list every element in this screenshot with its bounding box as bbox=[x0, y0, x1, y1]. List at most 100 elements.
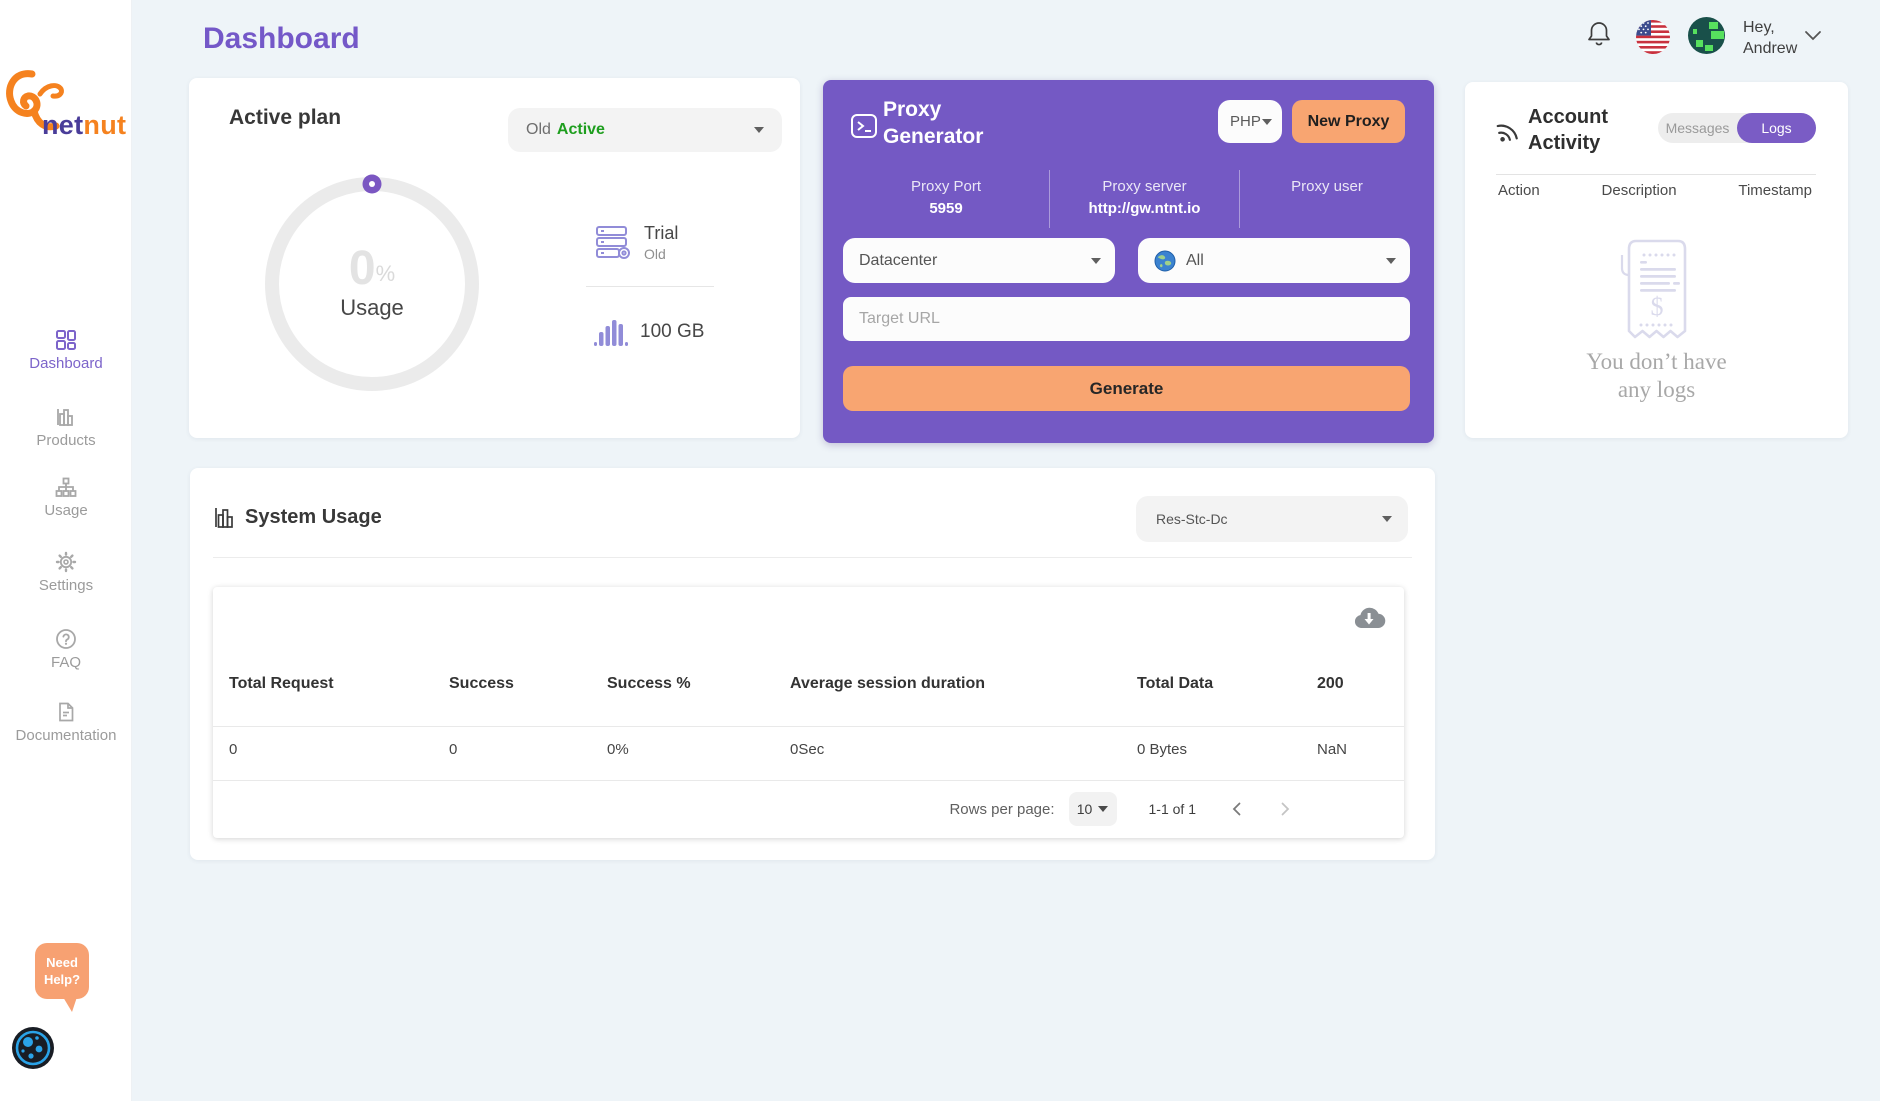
need-help-label: Help? bbox=[44, 972, 80, 987]
divider bbox=[586, 286, 714, 287]
user-greeting: Hey, Andrew bbox=[1743, 17, 1797, 59]
sidebar-item-faq[interactable]: FAQ bbox=[0, 628, 132, 671]
account-activity-title-line: Account bbox=[1528, 104, 1608, 130]
sidebar-item-label: Products bbox=[0, 432, 132, 449]
tab-logs[interactable]: Logs bbox=[1737, 113, 1816, 143]
language-us-flag-icon[interactable] bbox=[1636, 20, 1670, 59]
rows-per-page-label: Rows per page: bbox=[949, 801, 1054, 818]
data-amount: 100 GB bbox=[640, 321, 704, 343]
tab-messages[interactable]: Messages bbox=[1658, 113, 1737, 143]
user-avatar[interactable] bbox=[1688, 17, 1725, 59]
sidebar-item-dashboard[interactable]: Dashboard bbox=[0, 329, 132, 372]
server-stack-icon bbox=[594, 223, 632, 261]
generate-button[interactable]: Generate bbox=[843, 366, 1410, 411]
chevron-down-icon bbox=[1386, 258, 1396, 264]
empty-logs-message: You don’t have any logs bbox=[1465, 348, 1848, 404]
sidebar-item-label: Usage bbox=[0, 502, 132, 519]
bar-chart-icon bbox=[213, 506, 237, 535]
proxy-port-column: Proxy Port 5959 bbox=[843, 170, 1049, 228]
brand-wordmark: netnut bbox=[42, 110, 126, 141]
activity-toggle: Messages Logs bbox=[1658, 113, 1816, 143]
settings-gear-icon bbox=[0, 551, 132, 573]
proxy-generator-title-line: Proxy bbox=[883, 96, 983, 123]
plan-select[interactable]: Old Active bbox=[508, 108, 782, 152]
column-total-data: Total Data bbox=[1137, 675, 1317, 693]
dashboard-icon bbox=[0, 329, 132, 351]
cell-success: 0 bbox=[449, 741, 607, 758]
faq-question-icon bbox=[0, 628, 132, 650]
sidebar-item-usage[interactable]: Usage bbox=[0, 476, 132, 519]
language-select-value: PHP bbox=[1230, 113, 1261, 130]
empty-logs-line: any logs bbox=[1465, 376, 1848, 404]
feed-rss-icon bbox=[1495, 118, 1521, 149]
proxy-server-column: Proxy server http://gw.ntnt.io bbox=[1049, 170, 1239, 228]
chevron-down-icon bbox=[1098, 806, 1108, 812]
country-select[interactable]: All bbox=[1138, 238, 1410, 283]
proxy-generator-card: Proxy Generator PHP New Proxy Proxy Port… bbox=[823, 80, 1434, 443]
new-proxy-button[interactable]: New Proxy bbox=[1292, 100, 1405, 143]
plan-select-prefix: Old bbox=[526, 121, 551, 139]
sidebar-item-products[interactable]: Products bbox=[0, 406, 132, 449]
cookie-settings-button[interactable] bbox=[10, 1025, 56, 1071]
proxy-port-value: 5959 bbox=[843, 200, 1049, 217]
data-bars-icon bbox=[592, 316, 628, 348]
documentation-file-icon bbox=[0, 701, 132, 723]
sidebar-item-documentation[interactable]: Documentation bbox=[0, 701, 132, 744]
column-200: 200 bbox=[1317, 675, 1388, 693]
usage-table-row: 0 0 0% 0Sec 0 Bytes NaN bbox=[213, 741, 1404, 758]
divider bbox=[213, 557, 1412, 558]
sidebar-item-label: FAQ bbox=[0, 654, 132, 671]
cell-avg-session-duration: 0Sec bbox=[790, 741, 1137, 758]
netnut-logo[interactable]: netnut bbox=[4, 64, 130, 144]
user-menu-chevron-down-icon[interactable] bbox=[1804, 29, 1822, 47]
plan-subtype: Old bbox=[644, 246, 678, 262]
usage-percent-sign: % bbox=[376, 261, 396, 287]
sidebar: netnut Dashboard Products Usage bbox=[0, 0, 132, 1101]
sidebar-item-label: Dashboard bbox=[0, 355, 132, 372]
next-page-button[interactable] bbox=[1278, 801, 1292, 817]
proxy-user-label: Proxy user bbox=[1240, 178, 1414, 195]
system-usage-card: System Usage Res-Stc-Dc Total Request Su… bbox=[190, 468, 1435, 860]
greeting-line: Hey, bbox=[1743, 17, 1797, 38]
proxy-user-column: Proxy user bbox=[1239, 170, 1414, 228]
column-timestamp: Timestamp bbox=[1738, 182, 1812, 199]
cookie-icon bbox=[10, 1025, 56, 1071]
plan-type: Trial bbox=[644, 223, 678, 244]
proxy-port-label: Proxy Port bbox=[843, 178, 1049, 195]
usage-icon bbox=[0, 476, 132, 498]
cloud-download-icon[interactable] bbox=[1352, 604, 1386, 637]
products-icon bbox=[0, 406, 132, 428]
account-activity-card: Account Activity Messages Logs Action De… bbox=[1465, 82, 1848, 438]
rows-per-page-select[interactable]: 10 bbox=[1069, 792, 1117, 826]
need-help-label: Need bbox=[46, 955, 78, 970]
language-select[interactable]: PHP bbox=[1218, 100, 1282, 143]
active-plan-card: Active plan Old Active 0 % Usage bbox=[189, 78, 800, 438]
usage-percent-value: 0 bbox=[349, 247, 376, 291]
globe-icon bbox=[1154, 250, 1176, 272]
target-url-input[interactable] bbox=[843, 297, 1410, 341]
need-help-button[interactable]: Need Help? bbox=[35, 943, 89, 999]
previous-page-button[interactable] bbox=[1230, 801, 1244, 817]
column-action: Action bbox=[1498, 182, 1540, 199]
pagination-range: 1-1 of 1 bbox=[1149, 801, 1196, 817]
usage-gauge-label: Usage bbox=[340, 295, 404, 321]
country-select-value: All bbox=[1186, 252, 1204, 270]
usage-filter-value: Res-Stc-Dc bbox=[1156, 511, 1228, 527]
cell-200: NaN bbox=[1317, 741, 1388, 758]
usage-table-header-row: Total Request Success Success % Average … bbox=[213, 675, 1404, 693]
table-pagination: Rows per page: 10 1-1 of 1 bbox=[213, 780, 1404, 838]
page-title: Dashboard bbox=[203, 22, 360, 56]
proxy-type-select-value: Datacenter bbox=[859, 252, 937, 270]
proxy-type-select[interactable]: Datacenter bbox=[843, 238, 1115, 283]
rows-per-page-value: 10 bbox=[1077, 801, 1093, 817]
usage-filter-select[interactable]: Res-Stc-Dc bbox=[1136, 496, 1408, 542]
terminal-icon bbox=[850, 112, 878, 145]
active-plan-title: Active plan bbox=[229, 106, 341, 130]
column-success-percent: Success % bbox=[607, 675, 790, 693]
sidebar-item-label: Documentation bbox=[0, 727, 132, 744]
plan-type-row: Trial Old bbox=[594, 223, 678, 262]
notifications-bell-icon[interactable] bbox=[1586, 19, 1612, 54]
cell-total-request: 0 bbox=[229, 741, 449, 758]
sidebar-item-settings[interactable]: Settings bbox=[0, 551, 132, 594]
activity-column-headers: Action Description Timestamp bbox=[1498, 182, 1812, 199]
